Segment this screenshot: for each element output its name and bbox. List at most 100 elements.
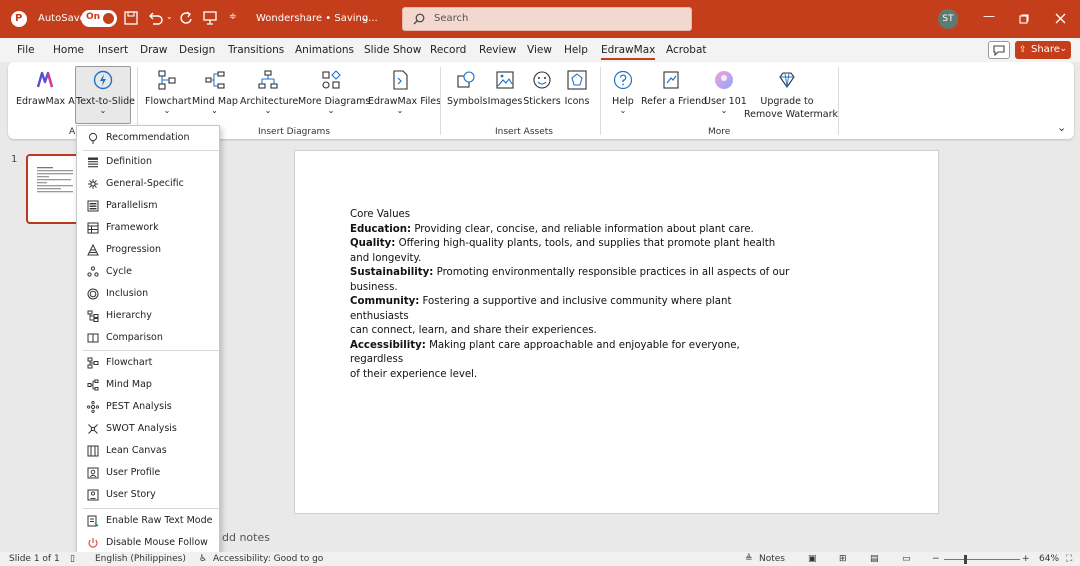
notes-placeholder[interactable]: dd notes bbox=[222, 531, 270, 544]
customize-toolbar-icon[interactable]: ≑ bbox=[229, 12, 237, 22]
tab-slide-show[interactable]: Slide Show bbox=[364, 44, 421, 56]
slide-line: business. bbox=[350, 281, 398, 293]
tab-insert[interactable]: Insert bbox=[98, 44, 128, 56]
autosave-toggle[interactable]: On bbox=[81, 10, 117, 27]
language-indicator[interactable]: English (Philippines) bbox=[95, 554, 186, 564]
edrawmax-ai-button[interactable]: EdrawMax AI bbox=[16, 70, 78, 107]
menu-item-parallelism[interactable]: Parallelism bbox=[77, 195, 219, 217]
comments-button[interactable] bbox=[988, 41, 1010, 59]
mind-map-icon bbox=[87, 379, 99, 391]
restore-icon[interactable] bbox=[1019, 14, 1029, 24]
power-icon bbox=[88, 538, 98, 548]
help-button[interactable]: Help ⌄ bbox=[608, 70, 638, 115]
refer-friend-label: Refer a Friend bbox=[641, 96, 708, 107]
symbols-button[interactable]: Symbols bbox=[447, 70, 487, 107]
edrawmax-ai-icon bbox=[36, 71, 54, 88]
hierarchy-icon bbox=[87, 310, 99, 322]
zoom-slider-thumb[interactable] bbox=[964, 555, 967, 564]
undo-dropdown-icon[interactable]: ⌄ bbox=[166, 12, 173, 21]
menu-item-disable-mouse-follow[interactable]: Disable Mouse Follow bbox=[77, 532, 219, 554]
accessibility-icon[interactable]: ♿ bbox=[199, 554, 207, 564]
zoom-in-icon[interactable]: + bbox=[1022, 554, 1030, 564]
save-icon[interactable] bbox=[124, 11, 138, 25]
menu-item-progression[interactable]: Progression bbox=[77, 239, 219, 261]
menu-item-cycle[interactable]: Cycle bbox=[77, 261, 219, 283]
slide-thumbnail[interactable] bbox=[26, 154, 80, 224]
search-box[interactable]: Search bbox=[402, 7, 692, 31]
group-more-label: More bbox=[708, 127, 731, 137]
menu-item-flowchart[interactable]: Flowchart bbox=[77, 352, 219, 374]
tab-help[interactable]: Help bbox=[564, 44, 588, 56]
menu-item-user-profile[interactable]: User Profile bbox=[77, 462, 219, 484]
tab-view[interactable]: View bbox=[527, 44, 552, 56]
group-ai-label: A bbox=[69, 127, 76, 137]
accessibility-status[interactable]: Accessibility: Good to go bbox=[213, 554, 323, 564]
reading-view-icon[interactable]: ▤ bbox=[870, 554, 879, 564]
spelling-icon[interactable]: ▯ bbox=[70, 554, 75, 564]
lightbulb-icon bbox=[88, 132, 98, 144]
tab-design[interactable]: Design bbox=[179, 44, 215, 56]
zoom-slider[interactable] bbox=[944, 555, 1020, 564]
slideshow-icon[interactable]: ▭ bbox=[902, 554, 911, 564]
icons-label: Icons bbox=[564, 96, 590, 107]
menu-item-pest-analysis[interactable]: PEST Analysis bbox=[77, 396, 219, 418]
notes-button[interactable]: Notes bbox=[759, 554, 785, 564]
undo-icon[interactable] bbox=[148, 11, 163, 25]
menu-item-lean-canvas[interactable]: Lean Canvas bbox=[77, 440, 219, 462]
redo-icon[interactable] bbox=[179, 11, 193, 25]
close-icon[interactable] bbox=[1055, 13, 1066, 24]
tab-edrawmax[interactable]: EdrawMax bbox=[601, 44, 656, 60]
share-button[interactable]: ⇪ Share ⌄ bbox=[1015, 41, 1071, 59]
menu-item-swot-analysis[interactable]: SWOT Analysis bbox=[77, 418, 219, 440]
collapse-ribbon-icon[interactable]: ⌄ bbox=[1057, 121, 1066, 134]
document-title[interactable]: Wondershare • Saving... bbox=[256, 13, 378, 24]
menu-item-general-specific[interactable]: General-Specific bbox=[77, 173, 219, 195]
menu-item-framework[interactable]: Framework bbox=[77, 217, 219, 239]
minimize-icon[interactable]: — bbox=[983, 9, 995, 23]
title-chevron-icon[interactable]: ⌄ bbox=[361, 11, 370, 24]
menu-item-mind-map[interactable]: Mind Map bbox=[77, 374, 219, 396]
tab-record[interactable]: Record bbox=[430, 44, 466, 56]
refer-friend-button[interactable]: Refer a Friend bbox=[641, 70, 708, 107]
menu-item-definition[interactable]: Definition bbox=[77, 151, 219, 173]
menu-item-user-story[interactable]: User Story bbox=[77, 484, 219, 506]
tab-draw[interactable]: Draw bbox=[140, 44, 167, 56]
mind-map-button[interactable]: Mind Map ⌄ bbox=[192, 70, 238, 115]
tab-animations[interactable]: Animations bbox=[295, 44, 354, 56]
images-button[interactable]: Images bbox=[487, 70, 523, 107]
edrawmax-files-button[interactable]: EdrawMax Files ⌄ bbox=[368, 70, 441, 115]
text-to-slide-button[interactable]: Text-to-Slide ⌄ bbox=[75, 66, 135, 124]
present-icon[interactable] bbox=[203, 11, 217, 25]
flowchart-button[interactable]: Flowchart ⌄ bbox=[145, 70, 191, 115]
icons-button[interactable]: Icons bbox=[562, 70, 592, 107]
diamond-icon bbox=[779, 72, 795, 88]
menu-item-inclusion[interactable]: Inclusion bbox=[77, 283, 219, 305]
progression-icon bbox=[87, 244, 99, 256]
tab-home[interactable]: Home bbox=[53, 44, 84, 56]
slide-thumbnail-number: 1 bbox=[11, 154, 18, 165]
zoom-level[interactable]: 64% bbox=[1039, 554, 1059, 564]
tab-review[interactable]: Review bbox=[479, 44, 516, 56]
menu-item-recommendation[interactable]: Recommendation bbox=[77, 127, 219, 149]
definition-icon bbox=[88, 157, 98, 168]
tab-transitions[interactable]: Transitions bbox=[228, 44, 284, 56]
notes-icon[interactable]: ≜ bbox=[745, 554, 753, 564]
tab-file[interactable]: File bbox=[17, 44, 35, 56]
user-account-button[interactable]: User 101 ⌄ bbox=[704, 70, 747, 115]
powerpoint-logo-icon[interactable]: P bbox=[11, 11, 27, 27]
upgrade-button[interactable]: Upgrade to Remove Watermark bbox=[744, 70, 838, 120]
zoom-out-icon[interactable]: − bbox=[932, 554, 940, 564]
normal-view-icon[interactable]: ▣ bbox=[808, 554, 817, 564]
slide-text-box[interactable]: Core Values Education: Providing clear, … bbox=[350, 208, 790, 382]
user-avatar[interactable]: ST bbox=[938, 9, 958, 29]
menu-item-enable-raw-text-mode[interactable]: Enable Raw Text Mode bbox=[77, 510, 219, 532]
fit-slide-icon[interactable]: ⛶ bbox=[1066, 554, 1072, 564]
more-diagrams-button[interactable]: More Diagrams ⌄ bbox=[298, 70, 370, 115]
menu-item-comparison[interactable]: Comparison bbox=[77, 327, 219, 349]
tab-acrobat[interactable]: Acrobat bbox=[666, 44, 707, 56]
architecture-button[interactable]: Architecture ⌄ bbox=[240, 70, 298, 115]
slide-sorter-icon[interactable]: ⊞ bbox=[839, 554, 847, 564]
stickers-button[interactable]: Stickers bbox=[523, 70, 561, 107]
menu-item-hierarchy[interactable]: Hierarchy bbox=[77, 305, 219, 327]
slide-canvas[interactable]: Core Values Education: Providing clear, … bbox=[294, 150, 939, 514]
